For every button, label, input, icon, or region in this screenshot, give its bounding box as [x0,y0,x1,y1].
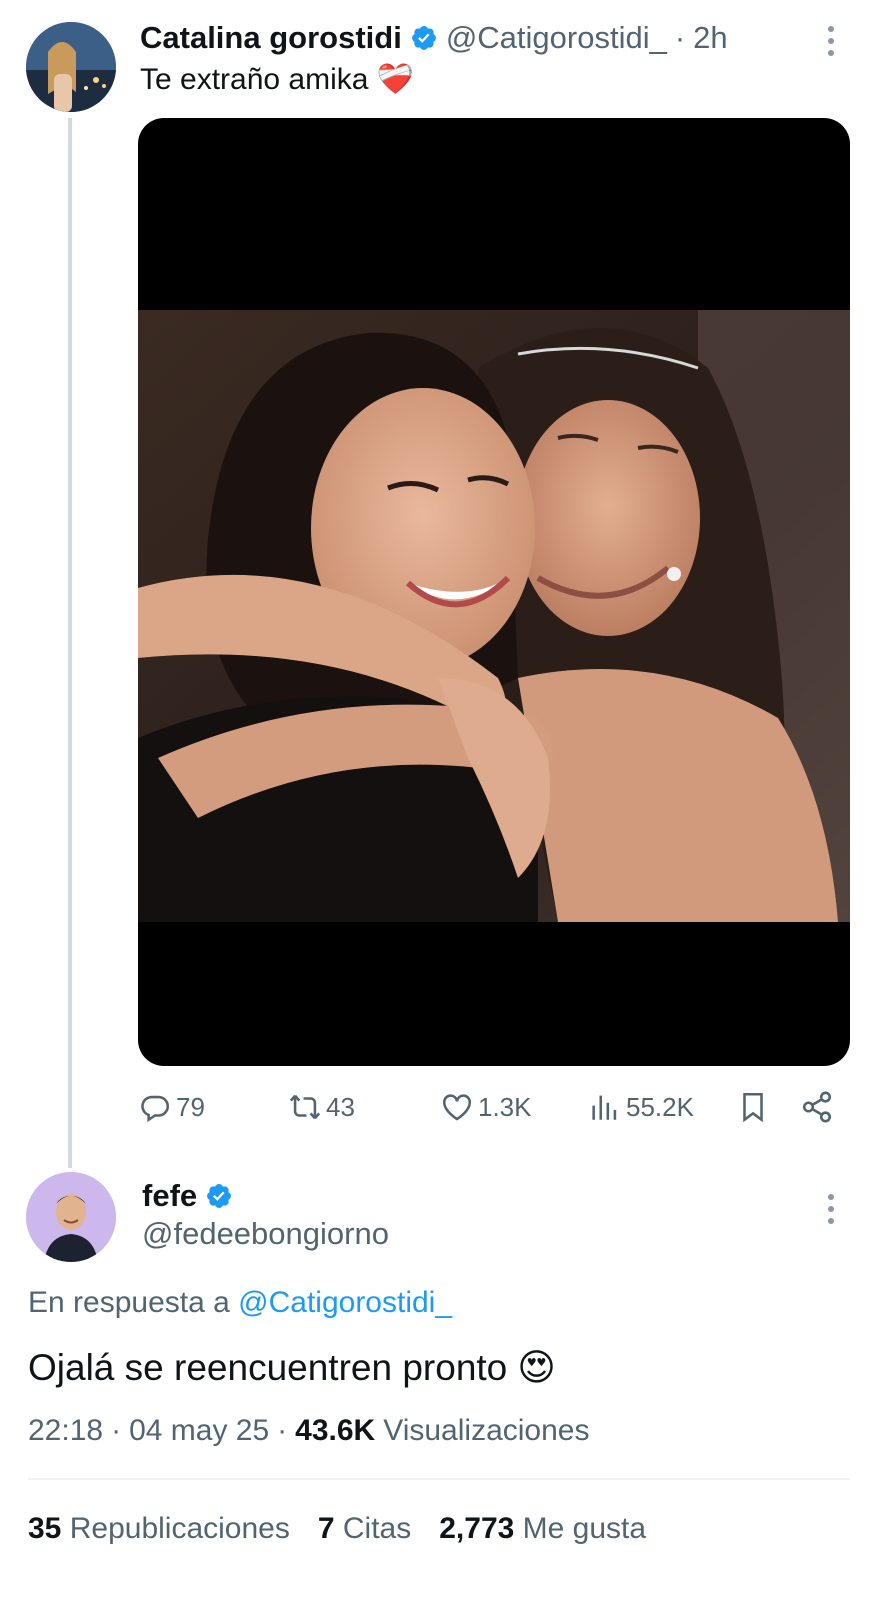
share-icon [802,1091,832,1123]
thread-line [68,118,72,1168]
meta-dot: · [111,1414,122,1447]
quotes-stat[interactable]: 7 Citas [318,1512,411,1546]
handle[interactable]: @Catigorostidi_ [446,20,667,56]
tweet-date[interactable]: 04 may 25 [129,1414,269,1448]
avatar-catalina[interactable] [26,22,116,112]
verified-badge-icon [411,26,436,50]
mending-heart-emoji: ❤️‍🩹 [376,63,414,96]
views-count: 55.2K [626,1091,694,1122]
heart-eyes-emoji: 😍 [517,1347,556,1388]
handle[interactable]: @fedeebongiorno [142,1216,389,1252]
like-count: 1.3K [478,1091,532,1122]
tweet2-text-row: Ojalá se reencuentren pronto 😍 [28,1346,556,1389]
more-options-icon[interactable] [828,26,836,56]
retweet-button[interactable]: 43 [288,1085,355,1129]
divider [28,1478,850,1480]
views-icon [592,1095,617,1120]
bookmark-icon [743,1092,763,1123]
tweet-media[interactable] [138,118,850,1066]
avatar-fefe[interactable] [26,1172,116,1262]
reposts-count: 35 [28,1512,62,1545]
tweet-text: Te extraño amika [140,62,369,96]
views-button[interactable]: 55.2K [588,1085,694,1129]
reposts-stat[interactable]: 35 Republicaciones [28,1512,290,1546]
tweet1-header: Catalina gorostidi @Catigorostidi_ · 2h [140,18,728,58]
tweet-meta: 22:18 · 04 may 25 · 43.6K Visualizacione… [28,1414,589,1448]
bookmark-button[interactable] [736,1085,770,1129]
display-name[interactable]: Catalina gorostidi [140,20,402,56]
media-photo [138,310,850,922]
views-label: Visualizaciones [383,1414,590,1447]
reply-prefix: En respuesta a [28,1286,230,1319]
separator-dot: · [674,20,686,55]
like-button[interactable]: 1.3K [440,1085,532,1129]
display-name[interactable]: fefe [142,1178,197,1214]
like-icon [442,1094,472,1121]
tweet1-text-row: Te extraño amika ❤️‍🩹 [140,62,414,97]
avatar-image [26,1172,116,1262]
quotes-label: Citas [342,1512,412,1545]
avatar-image [26,22,116,112]
retweet-count: 43 [326,1091,355,1122]
reply-button[interactable]: 79 [138,1085,205,1129]
reposts-label: Republicaciones [69,1512,290,1545]
tweet-time[interactable]: 22:18 [28,1414,103,1448]
reply-count: 79 [176,1091,205,1122]
share-button[interactable] [800,1085,834,1129]
reply-context: En respuesta a @Catigorostidi_ [28,1286,452,1320]
meta-dot: · [277,1414,288,1447]
more-options-icon[interactable] [828,1194,836,1224]
reply-to-handle[interactable]: @Catigorostidi_ [238,1286,452,1319]
likes-count: 2,773 [439,1512,515,1545]
tweet2-name-row: fefe [142,1176,233,1216]
likes-stat[interactable]: 2,773 Me gusta [439,1512,646,1546]
verified-badge-icon [207,1184,232,1208]
retweet-icon [289,1094,321,1120]
reply-icon [141,1095,170,1123]
views-count: 43.6K [295,1414,376,1447]
tweet-time[interactable]: 2h [693,20,727,56]
tweet-text: Ojalá se reencuentren pronto [28,1346,508,1388]
quotes-count: 7 [317,1512,335,1545]
tweet1-action-bar: 79 43 1.3K 55.2K [138,1085,850,1129]
likes-label: Me gusta [522,1512,647,1545]
engagement-stats: 35 Republicaciones 7 Citas 2,773 Me gust… [28,1512,646,1546]
